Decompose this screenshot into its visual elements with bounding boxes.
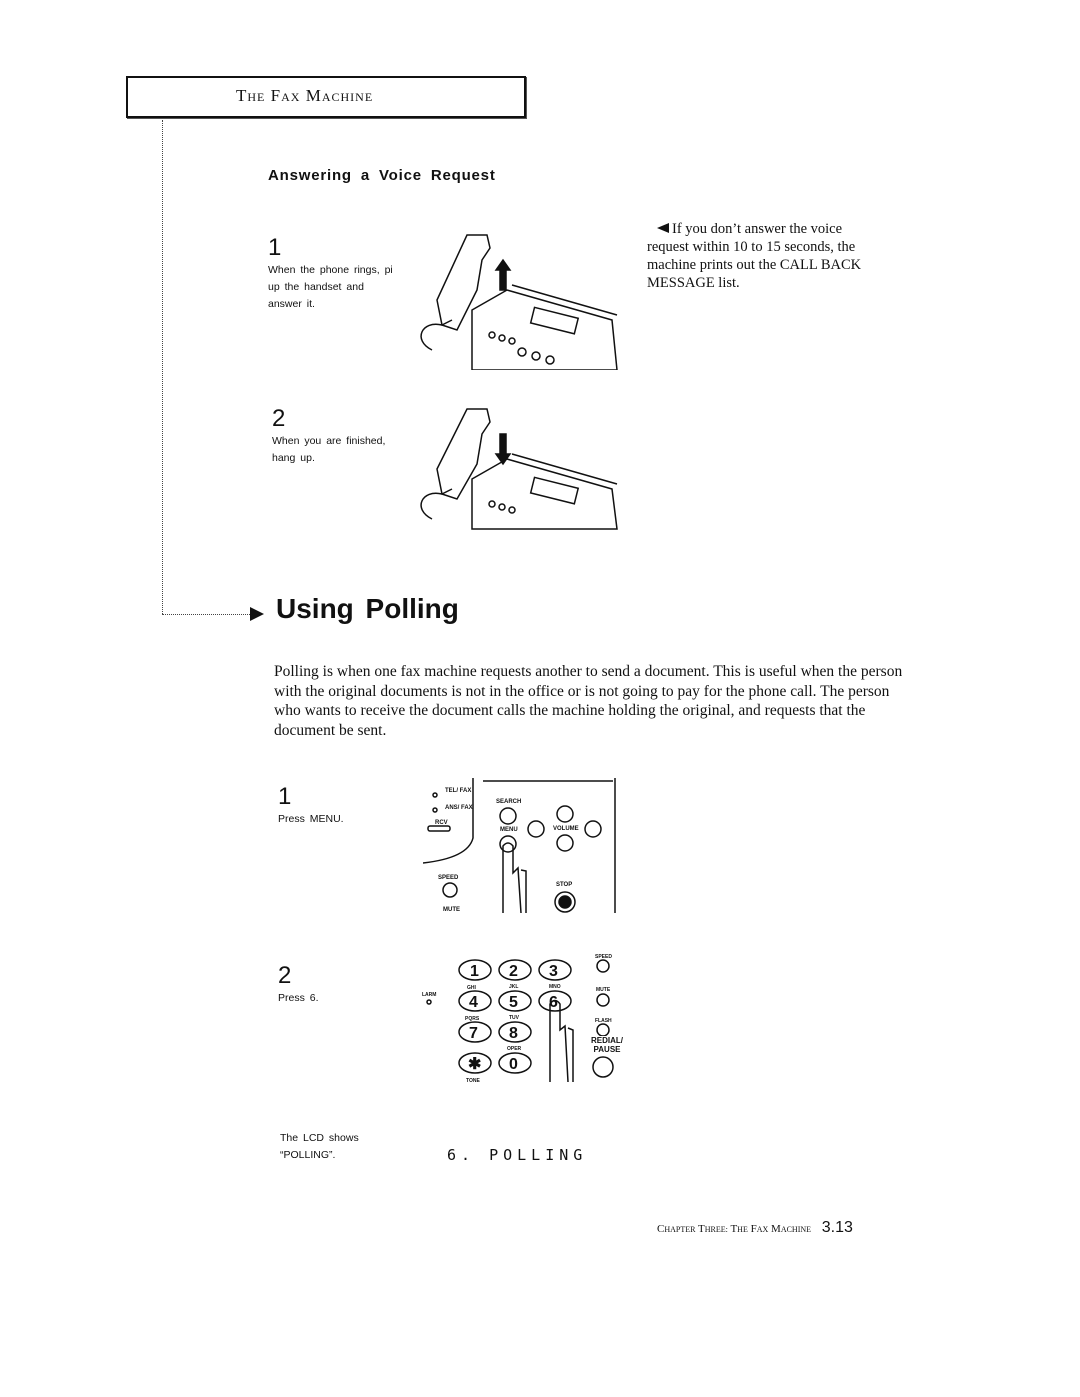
hand-pointer-icon [549, 999, 569, 1083]
mute-label: MUTE [443, 907, 460, 913]
svg-text:OPER: OPER [507, 1046, 522, 1052]
svg-text:8: 8 [509, 1025, 518, 1042]
dotted-connector [162, 614, 250, 615]
search-label: SEARCH [496, 799, 521, 805]
svg-text:TONE: TONE [466, 1078, 480, 1084]
speed-side-label: SPEED [595, 954, 612, 960]
keypad-illustration: 1 2 3 GHI JKL MNO 4 5 6 PQRS TUV 7 8 OPE… [422, 954, 614, 1084]
tel-fax-label: TEL/ FAX [445, 788, 471, 794]
step-text: Press 6. [278, 992, 319, 1004]
step-number: 2 [278, 962, 292, 989]
page-footer: CHAPTER THREE: THE FAX MACHINE 3.13 [657, 1219, 853, 1236]
svg-text:✱: ✱ [468, 1056, 481, 1073]
svg-text:MNO: MNO [549, 984, 561, 990]
arrow-up-icon [494, 258, 512, 291]
voice-step-2: 2 When you are finished, hang up. [272, 405, 392, 467]
flash-side-label: FLASH [595, 1018, 612, 1024]
step-number: 1 [278, 783, 292, 810]
svg-text:2: 2 [509, 963, 518, 980]
step-text: When the phone rings, pi up the handset … [268, 264, 393, 310]
svg-text:GHI: GHI [467, 985, 477, 991]
fax-pickup-illustration [420, 234, 618, 370]
pointer-icon [657, 223, 669, 233]
chapter-header-title: THE FAX MACHINE [236, 86, 374, 105]
polling-step-1: 1 Press MENU. [278, 783, 408, 828]
svg-text:4: 4 [469, 994, 478, 1011]
fax-hangup-illustration [420, 408, 618, 530]
svg-text:PQRS: PQRS [465, 1016, 480, 1022]
ans-fax-label: ANS/ FAX [445, 805, 473, 811]
rcv-label: RCV [435, 820, 448, 826]
stop-label: STOP [556, 882, 572, 888]
arrow-right-icon [250, 607, 264, 621]
step-number: 2 [272, 405, 286, 432]
voice-step-1: 1 When the phone rings, pi up the handse… [268, 234, 398, 313]
svg-text:TUV: TUV [509, 1015, 520, 1021]
polling-intro: Polling is when one fax machine requests… [274, 663, 903, 739]
svg-text:JKL: JKL [509, 984, 518, 990]
lcd-display-text: 6. POLLING [447, 1146, 588, 1164]
svg-text:1: 1 [470, 963, 479, 980]
lcd-caption: The LCD shows “POLLING”. [280, 1132, 359, 1161]
hand-pointer-icon [502, 842, 522, 913]
control-panel-illustration: TEL/ FAX ANS/ FAX RCV SEARCH MENU VOLUME… [423, 778, 616, 913]
volume-label: VOLUME [553, 826, 579, 832]
mute-side-label: MUTE [596, 987, 611, 993]
polling-step-2: 2 Press 6. [278, 962, 408, 1007]
svg-text:3: 3 [549, 963, 558, 980]
page-number: 3.13 [821, 1219, 853, 1236]
svg-text:LARM: LARM [422, 992, 436, 998]
speed-label: SPEED [438, 875, 459, 881]
redial-pause-label: REDIAL/ PAUSE [587, 1036, 627, 1054]
note-text: If you don’t answer the voice request wi… [647, 221, 862, 291]
svg-text:0: 0 [509, 1056, 518, 1073]
step-text: Press MENU. [278, 813, 344, 825]
keypad-keys: 1 2 3 GHI JKL MNO 4 5 6 PQRS TUV 7 8 OPE… [422, 959, 572, 1084]
section-subtitle: Answering a Voice Request [268, 167, 496, 184]
section-title: Using Polling [276, 593, 459, 624]
step-number: 1 [268, 234, 282, 261]
svg-text:5: 5 [509, 994, 518, 1011]
svg-text:7: 7 [469, 1025, 478, 1042]
dotted-margin-line [162, 120, 163, 614]
menu-label: MENU [500, 827, 518, 833]
step-text: When you are finished, hang up. [272, 435, 386, 464]
